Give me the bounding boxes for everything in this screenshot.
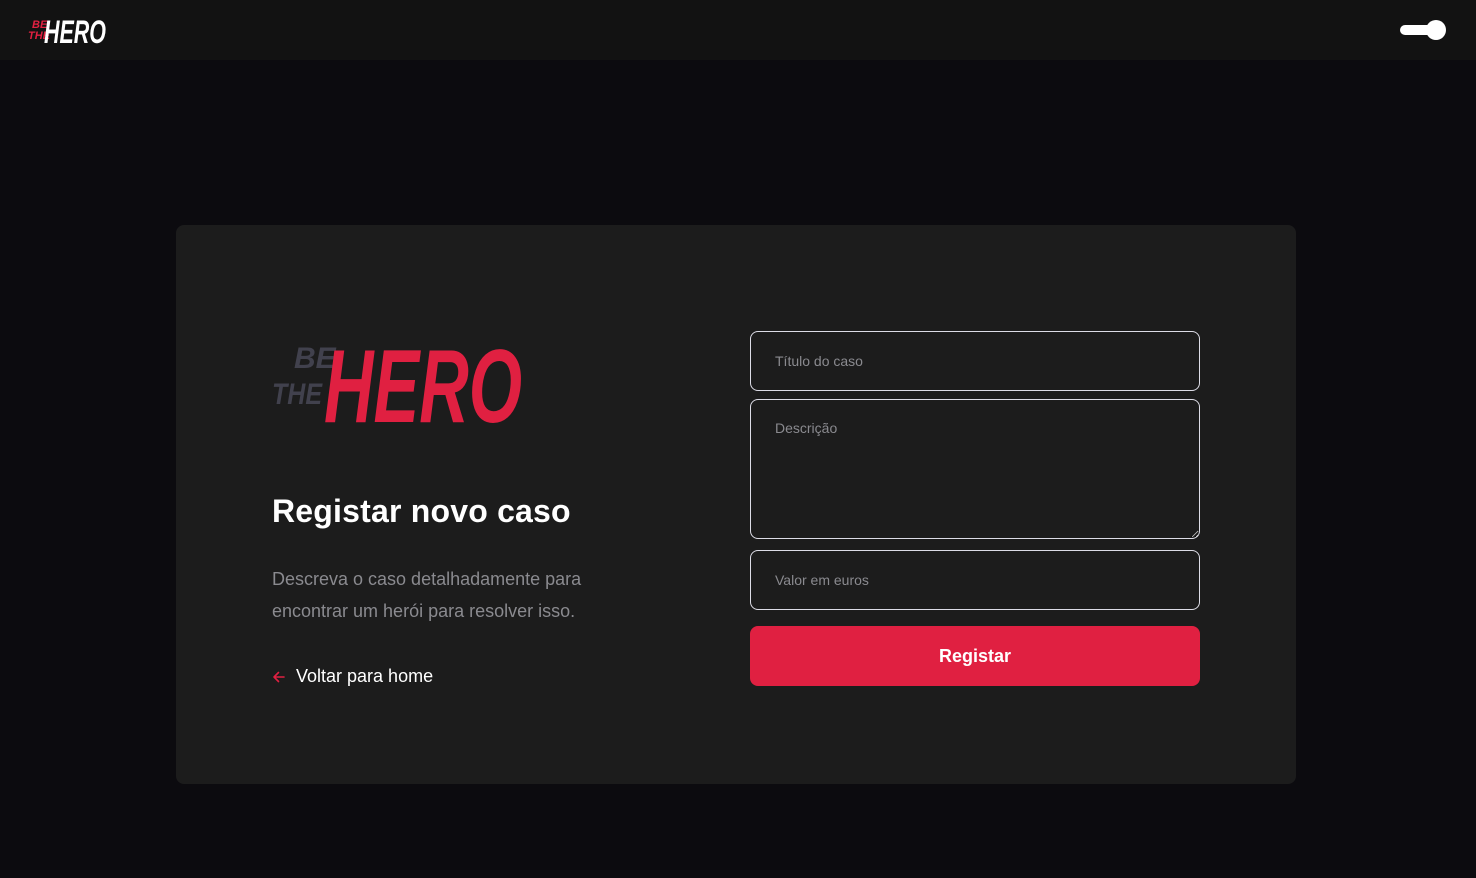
logo-hero-text: HERO [324, 329, 522, 428]
arrow-left-icon [272, 670, 286, 684]
case-value-input[interactable] [750, 550, 1200, 610]
case-title-input[interactable] [750, 331, 1200, 391]
register-button[interactable]: Registar [750, 626, 1200, 686]
be-the-hero-logo: BE THE HERO [272, 329, 522, 428]
top-bar: BE THE HERO [0, 0, 1476, 60]
page-description: Descreva o caso detalhadamente para enco… [272, 569, 582, 621]
logo-the-text: THE [272, 378, 323, 411]
register-case-card: BE THE HERO Registar novo caso Descreva … [176, 225, 1296, 784]
toggle-knob [1426, 20, 1446, 40]
theme-toggle[interactable] [1400, 20, 1446, 40]
back-to-home-link[interactable]: Voltar para home [272, 666, 433, 687]
be-the-hero-logo-small[interactable]: BE THE HERO [26, 10, 108, 50]
case-description-input[interactable] [750, 399, 1200, 539]
page-title: Registar novo caso [272, 493, 571, 529]
back-link-label: Voltar para home [296, 666, 434, 686]
logo-hero-text: HERO [44, 14, 106, 50]
